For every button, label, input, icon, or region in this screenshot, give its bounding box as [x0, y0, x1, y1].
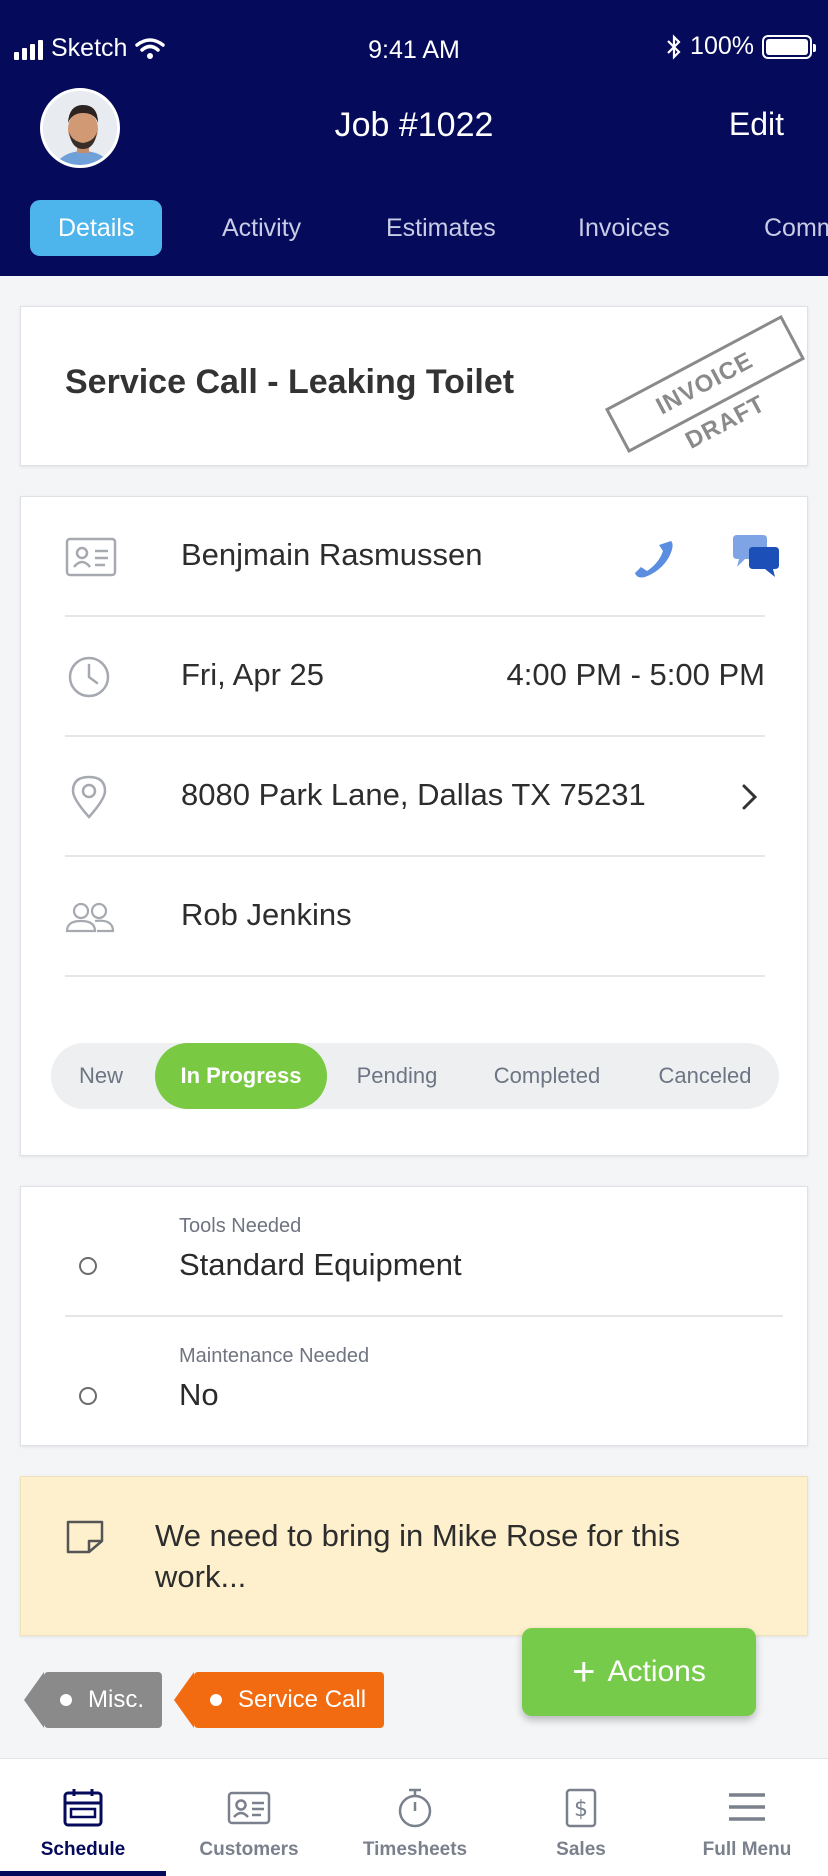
nav-timesheets[interactable]: Timesheets: [332, 1759, 498, 1876]
actions-button[interactable]: + Actions: [522, 1628, 756, 1716]
tag-service-call[interactable]: Service Call: [173, 1672, 385, 1728]
radio-icon[interactable]: [79, 1257, 97, 1275]
note-text: We need to bring in Mike Rose for this w…: [155, 1518, 680, 1594]
custom-fields-card: Tools Needed Standard Equipment Maintena…: [20, 1186, 808, 1446]
job-title-card: Service Call - Leaking Toilet INVOICE DR…: [20, 306, 808, 466]
bottom-nav: Schedule Customers Timesheets $ Sales Fu…: [0, 1758, 828, 1876]
tab-bar: Details Activity Estimates Invoices Comm: [0, 200, 828, 260]
page-title: Job #1022: [334, 106, 494, 144]
nav-label: Full Menu: [702, 1839, 792, 1860]
address-row[interactable]: 8080 Park Lane, Dallas TX 75231: [65, 737, 765, 857]
radio-icon[interactable]: [79, 1387, 97, 1405]
job-date: Fri, Apr 25: [181, 657, 324, 692]
assignee-row[interactable]: Rob Jenkins: [65, 857, 765, 977]
tab-activity[interactable]: Activity: [194, 200, 329, 256]
status-in-progress[interactable]: In Progress: [155, 1043, 327, 1109]
tab-invoices[interactable]: Invoices: [550, 200, 698, 256]
job-time-range: 4:00 PM - 5:00 PM: [506, 657, 765, 692]
status-selector: New In Progress Pending Completed Cancel…: [51, 1043, 779, 1109]
nav-schedule[interactable]: Schedule: [0, 1759, 166, 1876]
phone-icon[interactable]: [631, 535, 677, 581]
nav-full-menu[interactable]: Full Menu: [664, 1759, 828, 1876]
nav-customers[interactable]: Customers: [166, 1759, 332, 1876]
status-bar: Sketch 9:41 AM 100%: [0, 30, 828, 70]
tag-label: Service Call: [238, 1686, 367, 1713]
field-label: Maintenance Needed: [179, 1345, 370, 1367]
assignee-name: Rob Jenkins: [181, 897, 352, 932]
nav-label: Sales: [556, 1839, 606, 1860]
dollar-icon: $: [565, 1788, 597, 1828]
status-pending[interactable]: Pending: [331, 1043, 463, 1109]
customer-row[interactable]: Benjmain Rasmussen: [65, 497, 779, 617]
plus-icon: +: [572, 1650, 596, 1694]
nav-label: Schedule: [40, 1839, 126, 1860]
field-label: Tools Needed: [179, 1215, 302, 1237]
edit-button[interactable]: Edit: [729, 106, 784, 143]
svg-text:$: $: [574, 1797, 588, 1822]
chevron-right-icon[interactable]: [741, 783, 759, 811]
sticky-note-icon: [66, 1520, 104, 1554]
clock-icon: [68, 656, 110, 698]
contact-card-icon: [227, 1791, 271, 1825]
tag-misc[interactable]: Misc.: [24, 1672, 162, 1728]
tab-estimates[interactable]: Estimates: [358, 200, 524, 256]
contact-card-icon: [65, 537, 117, 577]
location-pin-icon: [71, 775, 107, 819]
tab-details[interactable]: Details: [30, 200, 163, 256]
app-header: Sketch 9:41 AM 100% Job #1022 Edit Detai…: [0, 0, 828, 276]
note-card[interactable]: We need to bring in Mike Rose for this w…: [20, 1476, 808, 1636]
active-indicator: [0, 1871, 166, 1876]
bluetooth-icon: [667, 33, 681, 60]
status-canceled[interactable]: Canceled: [631, 1043, 779, 1109]
title-bar: Job #1022 Edit: [0, 86, 828, 168]
status-completed[interactable]: Completed: [467, 1043, 627, 1109]
tag-hole-icon: [60, 1694, 72, 1706]
nav-label: Customers: [199, 1839, 299, 1860]
invoice-draft-stamp: INVOICE DRAFT: [604, 314, 806, 455]
status-bar-right: 100%: [666, 32, 816, 61]
stopwatch-icon: [398, 1788, 432, 1828]
hamburger-icon: [729, 1793, 765, 1821]
field-value: No: [179, 1377, 219, 1412]
schedule-row[interactable]: Fri, Apr 25 4:00 PM - 5:00 PM: [65, 617, 765, 737]
battery-icon: [762, 34, 816, 59]
status-new[interactable]: New: [51, 1043, 151, 1109]
job-address: 8080 Park Lane, Dallas TX 75231: [181, 777, 646, 812]
tag-hole-icon: [210, 1694, 222, 1706]
team-icon: [65, 902, 115, 933]
field-tools-needed[interactable]: Tools Needed Standard Equipment: [65, 1187, 783, 1317]
tab-comm[interactable]: Comm: [736, 200, 828, 256]
customer-name: Benjmain Rasmussen: [181, 537, 483, 572]
calendar-icon: [63, 1789, 103, 1827]
actions-label: Actions: [607, 1655, 706, 1688]
nav-label: Timesheets: [362, 1839, 468, 1860]
field-value: Standard Equipment: [179, 1247, 462, 1282]
job-info-card: Benjmain Rasmussen Fri, Apr 25 4:00 PM -…: [20, 496, 808, 1156]
chat-icon[interactable]: [731, 535, 781, 579]
tag-label: Misc.: [88, 1686, 144, 1713]
field-maintenance-needed[interactable]: Maintenance Needed No: [65, 1317, 783, 1447]
job-title: Service Call - Leaking Toilet: [65, 363, 515, 401]
battery-percent: 100%: [690, 32, 754, 60]
nav-sales[interactable]: $ Sales: [498, 1759, 664, 1876]
